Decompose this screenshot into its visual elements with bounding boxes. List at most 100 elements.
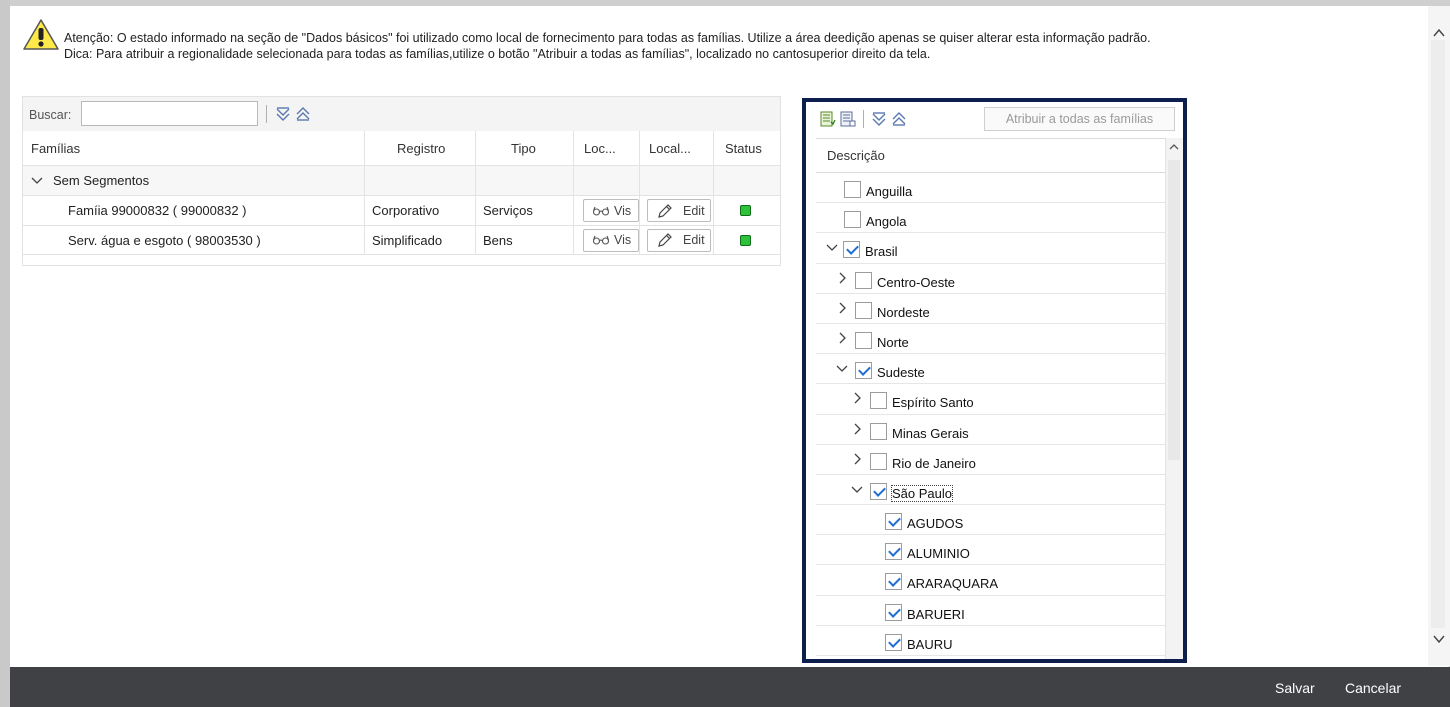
toolbar-separator — [863, 110, 864, 128]
tree-node[interactable]: ALUMINIO — [816, 535, 1165, 566]
checkbox[interactable] — [855, 301, 872, 319]
view-button[interactable]: Vis — [583, 199, 639, 222]
assign-all-button[interactable]: Atribuir a todas as famílias — [984, 107, 1175, 131]
tree-node[interactable]: Brasil — [816, 233, 1165, 264]
checkbox[interactable] — [844, 181, 861, 198]
expand-all-icon[interactable] — [274, 105, 292, 123]
glasses-icon — [592, 206, 610, 216]
tree-node[interactable]: BARUERI — [816, 596, 1165, 626]
col-header-tipo[interactable]: Tipo — [476, 131, 574, 165]
view-button[interactable]: Vis — [583, 228, 639, 252]
collapse-all-icon[interactable] — [294, 105, 312, 123]
checkbox[interactable] — [885, 603, 902, 621]
chevron-right-icon[interactable] — [851, 392, 863, 404]
view-label: Vis — [614, 233, 632, 247]
tree-scrollbar-thumb[interactable] — [1168, 160, 1180, 460]
tree-node[interactable]: ARARAQUARA — [816, 565, 1165, 596]
chevron-right-icon[interactable] — [836, 332, 848, 344]
check-all-icon[interactable] — [820, 111, 836, 127]
checkbox[interactable] — [870, 392, 887, 410]
tree-node[interactable]: Minas Gerais — [816, 415, 1165, 445]
toolbar-separator — [266, 105, 267, 123]
region-panel: Atribuir a todas as famílias Descrição A… — [802, 98, 1187, 663]
search-input[interactable] — [81, 101, 258, 126]
save-button[interactable]: Salvar — [1275, 680, 1315, 696]
tree-node[interactable]: Anguilla — [816, 173, 1165, 204]
region-tree: Anguilla Angola Brasil Centro-Oeste Nordeste… — [816, 173, 1165, 656]
checkbox[interactable] — [855, 362, 872, 380]
group-row[interactable]: Sem Segmentos — [23, 165, 780, 195]
tipo-cell: Bens — [476, 226, 574, 254]
tree-node[interactable]: Espírito Santo — [816, 384, 1165, 415]
table-row[interactable]: Famíia 99000832 ( 99000832 ) Corporativo… — [23, 195, 780, 225]
families-grid: Famílias Registro Tipo Loc... Local... S… — [23, 131, 780, 255]
region-toolbar: Atribuir a todas as famílias — [806, 102, 1183, 136]
search-bar: Buscar: — [23, 97, 780, 131]
tree-node[interactable]: Nordeste — [816, 294, 1165, 324]
checkbox[interactable] — [844, 211, 861, 229]
tree-node-label: ARARAQUARA — [907, 576, 999, 592]
tree-node-label: Centro-Oeste — [877, 274, 956, 290]
checkbox[interactable] — [885, 633, 902, 651]
checkbox[interactable] — [885, 543, 902, 561]
pencil-icon — [658, 233, 672, 247]
main-scrollbar-thumb[interactable] — [1431, 40, 1445, 628]
tree-node-label: BAURU — [907, 636, 953, 652]
main-scrollbar[interactable] — [1428, 6, 1450, 666]
col-header-registro[interactable]: Registro — [365, 131, 476, 165]
edit-button[interactable]: Edit — [647, 228, 711, 252]
tree-node[interactable]: Rio de Janeiro — [816, 445, 1165, 475]
status-cell — [714, 196, 780, 225]
chevron-up-icon[interactable] — [1433, 28, 1445, 38]
tree-node-label: Sudeste — [877, 365, 925, 381]
col-header-status[interactable]: Status — [714, 131, 780, 165]
tree-node[interactable]: AGUDOS — [816, 505, 1165, 536]
checkbox[interactable] — [885, 573, 902, 591]
view-cell: Vis — [574, 226, 640, 254]
group-empty-cell — [476, 166, 574, 195]
checkbox[interactable] — [855, 331, 872, 349]
tree-node[interactable]: Angola — [816, 203, 1165, 234]
tree-node[interactable]: Centro-Oeste — [816, 264, 1165, 294]
edit-button[interactable]: Edit — [647, 199, 711, 222]
expand-all-icon[interactable] — [870, 110, 888, 128]
top-border — [0, 0, 1450, 6]
tree-node[interactable]: Sudeste — [816, 354, 1165, 385]
checkbox[interactable] — [870, 452, 887, 470]
group-empty-cell — [714, 166, 780, 195]
cancel-button[interactable]: Cancelar — [1345, 680, 1401, 696]
chevron-down-icon[interactable] — [836, 362, 848, 374]
tree-node[interactable]: Norte — [816, 324, 1165, 355]
checkbox[interactable] — [855, 271, 872, 289]
view-cell: Vis — [574, 196, 640, 225]
chevron-right-icon[interactable] — [836, 302, 848, 314]
tree-column-header[interactable]: Descrição — [816, 138, 1165, 173]
checkbox[interactable] — [885, 513, 902, 531]
chevron-right-icon[interactable] — [836, 272, 848, 284]
tree-scrollbar[interactable] — [1165, 138, 1183, 659]
status-indicator — [740, 205, 751, 216]
col-header-loc[interactable]: Loc... — [574, 131, 640, 165]
collapse-all-icon[interactable] — [890, 110, 908, 128]
table-row[interactable]: Serv. água e esgoto ( 98003530 ) Simplif… — [23, 225, 780, 255]
tree-node[interactable]: BAURU — [816, 626, 1165, 656]
col-header-local[interactable]: Local... — [640, 131, 714, 165]
notice-line-2: Dica: Para atribuir a regionalidade sele… — [64, 47, 931, 61]
tree-node[interactable]: São Paulo — [816, 475, 1165, 506]
chevron-right-icon[interactable] — [851, 453, 863, 465]
left-border — [0, 0, 10, 707]
chevron-down-icon[interactable] — [31, 175, 43, 187]
footer-bar: Salvar Cancelar — [10, 667, 1450, 707]
chevron-down-icon[interactable] — [851, 483, 863, 495]
edit-label: Edit — [683, 233, 705, 247]
chevron-down-icon[interactable] — [1433, 634, 1445, 644]
checkbox[interactable] — [870, 482, 887, 500]
chevron-down-icon[interactable] — [826, 241, 838, 253]
checkbox[interactable] — [870, 422, 887, 440]
chevron-right-icon[interactable] — [851, 423, 863, 435]
checkbox[interactable] — [843, 241, 860, 259]
col-header-familias[interactable]: Famílias — [23, 131, 365, 165]
chevron-up-icon[interactable] — [1169, 142, 1179, 152]
tree-node-label: Nordeste — [877, 304, 930, 320]
uncheck-all-icon[interactable] — [840, 111, 856, 127]
